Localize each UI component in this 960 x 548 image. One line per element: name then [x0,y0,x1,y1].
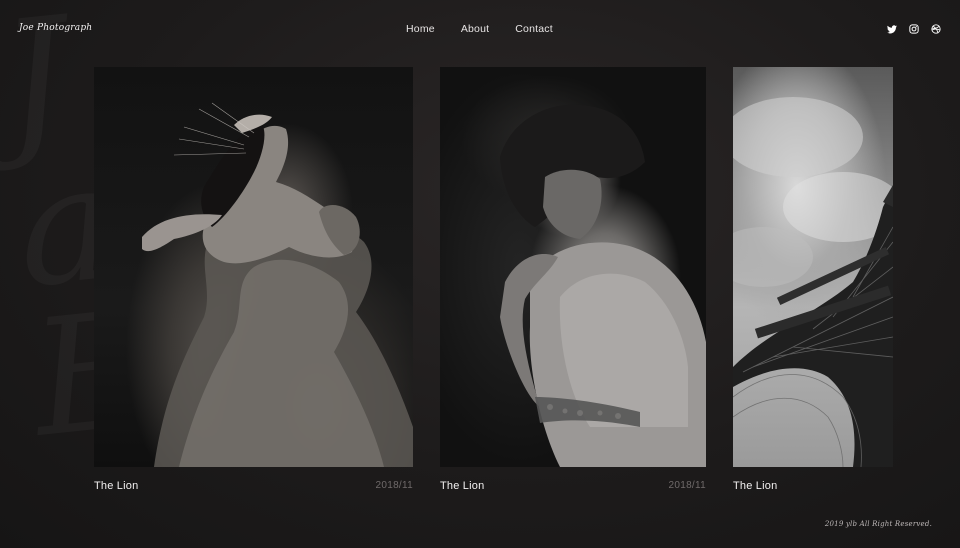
photo-caption: The Lion [733,480,893,492]
lioness-photo[interactable] [94,67,413,467]
photo-date: 2018/11 [668,480,706,491]
tower-photo[interactable] [733,67,893,467]
nav-about[interactable]: About [461,23,489,35]
photo-date: 2018/11 [375,480,413,491]
portrait-photo[interactable] [440,67,706,467]
gallery-card[interactable]: The Lion [733,67,893,492]
photo-caption: The Lion 2018/11 [440,480,706,492]
photo-title: The Lion [94,480,139,492]
site-logo[interactable]: Joe Photograph [19,23,92,33]
copyright-text: 2019 ylb All Right Reserved. [824,520,932,528]
photo-title: The Lion [733,480,778,492]
photo-title: The Lion [440,480,485,492]
gallery-card[interactable]: The Lion 2018/11 [94,67,413,492]
social-links [887,24,941,34]
instagram-icon[interactable] [909,24,919,34]
twitter-icon[interactable] [887,24,897,34]
photo-caption: The Lion 2018/11 [94,480,413,492]
dribbble-icon[interactable] [931,24,941,34]
gallery-card[interactable]: The Lion 2018/11 [440,67,706,492]
main-nav: Home About Contact [406,23,553,35]
nav-home[interactable]: Home [406,23,435,35]
nav-contact[interactable]: Contact [515,23,553,35]
